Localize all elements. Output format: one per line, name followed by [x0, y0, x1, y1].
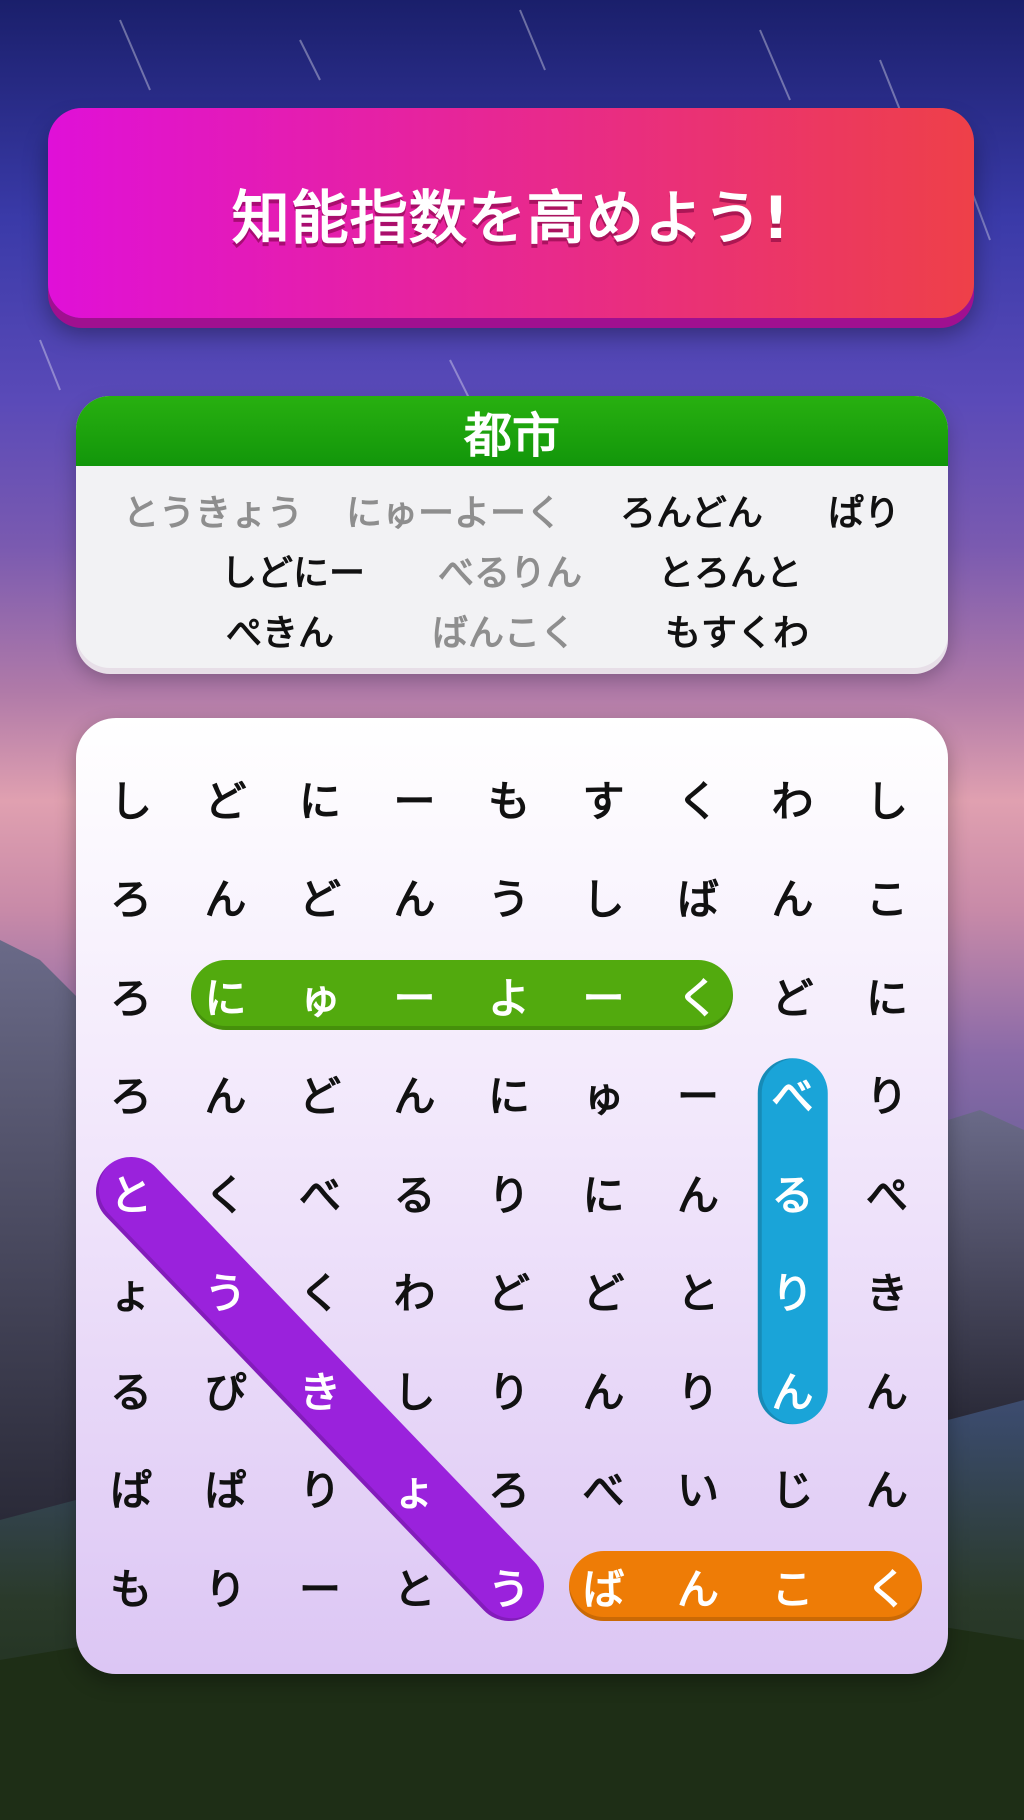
grid-cell[interactable]: わ	[368, 1242, 462, 1340]
grid-cell[interactable]: に	[840, 946, 934, 1044]
grid-cell[interactable]: ー	[651, 1045, 745, 1143]
grid-cell[interactable]: こ	[840, 848, 934, 946]
grid-cell[interactable]: す	[557, 749, 651, 847]
letter-grid[interactable]: しどにーもすくわしろんどんうしばんころにゅーよーくどにろんどんにゅーべりとくべる…	[76, 718, 948, 1674]
grid-cell[interactable]: ど	[462, 1242, 556, 1340]
word-item: もすくわ	[665, 613, 810, 654]
grid-cell[interactable]: と	[84, 1143, 178, 1241]
grid-cell[interactable]: べ	[746, 1045, 840, 1143]
grid-cell[interactable]: ろ	[84, 848, 178, 946]
grid-cell[interactable]: し	[368, 1340, 462, 1438]
grid-cell[interactable]: ん	[179, 848, 273, 946]
category-title: 都市	[76, 396, 948, 466]
grid-cell[interactable]: こ	[746, 1537, 840, 1635]
grid-cell[interactable]: く	[840, 1537, 934, 1635]
word-item: しどにー	[221, 553, 366, 594]
grid-cell[interactable]: ゅ	[273, 946, 367, 1044]
word-item: にゅーよーく	[346, 493, 563, 534]
grid-cell[interactable]: ん	[840, 1439, 934, 1537]
grid-cell[interactable]: ぺ	[840, 1143, 934, 1241]
grid-cell[interactable]: り	[273, 1439, 367, 1537]
grid-cell[interactable]: ょ	[368, 1439, 462, 1537]
grid-cell[interactable]: る	[84, 1340, 178, 1438]
grid-cell[interactable]: く	[651, 946, 745, 1044]
word-item: ばんこく	[432, 613, 577, 654]
grid-cell[interactable]: ょ	[84, 1242, 178, 1340]
grid-cell[interactable]: ど	[746, 946, 840, 1044]
grid-cell[interactable]: と	[368, 1537, 462, 1635]
grid-cell[interactable]: る	[746, 1143, 840, 1241]
grid-cell[interactable]: く	[273, 1242, 367, 1340]
grid-cell[interactable]: く	[179, 1143, 273, 1241]
grid-cell[interactable]: う	[179, 1242, 273, 1340]
grid-cell[interactable]: に	[557, 1143, 651, 1241]
grid-cell[interactable]: り	[462, 1340, 556, 1438]
word-item: べるりん	[438, 553, 583, 594]
grid-cell[interactable]: に	[273, 749, 367, 847]
grid-cell[interactable]: く	[651, 749, 745, 847]
grid-cell[interactable]: ん	[368, 1045, 462, 1143]
grid-cell[interactable]: ー	[557, 946, 651, 1044]
grid-cell[interactable]: り	[746, 1242, 840, 1340]
word-item: とうきょう	[123, 493, 304, 534]
grid-cell[interactable]: き	[840, 1242, 934, 1340]
grid-cell[interactable]: い	[651, 1439, 745, 1537]
grid-cell[interactable]: ん	[557, 1340, 651, 1438]
banner-title: 知能指数を高めよう!	[231, 184, 791, 252]
grid-cell[interactable]: き	[273, 1340, 367, 1438]
grid-cell[interactable]: う	[462, 848, 556, 946]
grid-cell[interactable]: ろ	[462, 1439, 556, 1537]
grid-cell[interactable]: じ	[746, 1439, 840, 1537]
grid-cell[interactable]: ぱ	[84, 1439, 178, 1537]
grid-cell[interactable]: ん	[651, 1143, 745, 1241]
grid-cell[interactable]: し	[840, 749, 934, 847]
grid-cell[interactable]: ー	[368, 749, 462, 847]
word-item: ぺきん	[226, 613, 335, 654]
grid-cell[interactable]: に	[179, 946, 273, 1044]
word-item: ろんどん	[620, 493, 763, 534]
grid-cell[interactable]: わ	[746, 749, 840, 847]
grid-cell[interactable]: ば	[557, 1537, 651, 1635]
grid-cell[interactable]: ー	[273, 1537, 367, 1635]
grid-cell[interactable]: ど	[273, 1045, 367, 1143]
grid-cell[interactable]: ん	[746, 848, 840, 946]
grid-cell[interactable]: ん	[368, 848, 462, 946]
grid-cell[interactable]: べ	[557, 1439, 651, 1537]
grid-cell[interactable]: よ	[462, 946, 556, 1044]
grid-cell[interactable]: し	[557, 848, 651, 946]
grid-cell[interactable]: ど	[557, 1242, 651, 1340]
grid-cell[interactable]: ー	[368, 946, 462, 1044]
grid-cell[interactable]: ん	[840, 1340, 934, 1438]
grid-cell[interactable]: ぴ	[179, 1340, 273, 1438]
grid-cell[interactable]: ど	[179, 749, 273, 847]
grid-cell[interactable]: り	[840, 1045, 934, 1143]
grid-cell[interactable]: る	[368, 1143, 462, 1241]
grid-cell[interactable]: ぱ	[179, 1439, 273, 1537]
grid-cell[interactable]: と	[651, 1242, 745, 1340]
grid-cell[interactable]: ろ	[84, 946, 178, 1044]
grid-cell[interactable]: ろ	[84, 1045, 178, 1143]
grid-cell[interactable]: ん	[179, 1045, 273, 1143]
grid-cell[interactable]: ば	[651, 848, 745, 946]
grid-cell[interactable]: り	[462, 1143, 556, 1241]
grid-cell[interactable]: り	[651, 1340, 745, 1438]
grid-cell[interactable]: う	[462, 1537, 556, 1635]
title-banner: 知能指数を高めよう!	[48, 108, 974, 318]
word-item: ぱり	[828, 493, 901, 534]
word-item: とろんと	[658, 553, 803, 594]
grid-cell[interactable]: も	[84, 1537, 178, 1635]
grid-cell[interactable]: り	[179, 1537, 273, 1635]
grid-cell[interactable]: に	[462, 1045, 556, 1143]
grid-cell[interactable]: し	[84, 749, 178, 847]
grid-cell[interactable]: ゅ	[557, 1045, 651, 1143]
grid-cell[interactable]: ど	[273, 848, 367, 946]
grid-cell[interactable]: べ	[273, 1143, 367, 1241]
grid-cell[interactable]: ん	[651, 1537, 745, 1635]
word-list-card: 都市 とうきょう にゅーよーく ろんどん ぱり しどにー べるりん とろんと ぺ…	[76, 396, 948, 668]
grid-cell[interactable]: ん	[746, 1340, 840, 1438]
grid-cell[interactable]: も	[462, 749, 556, 847]
